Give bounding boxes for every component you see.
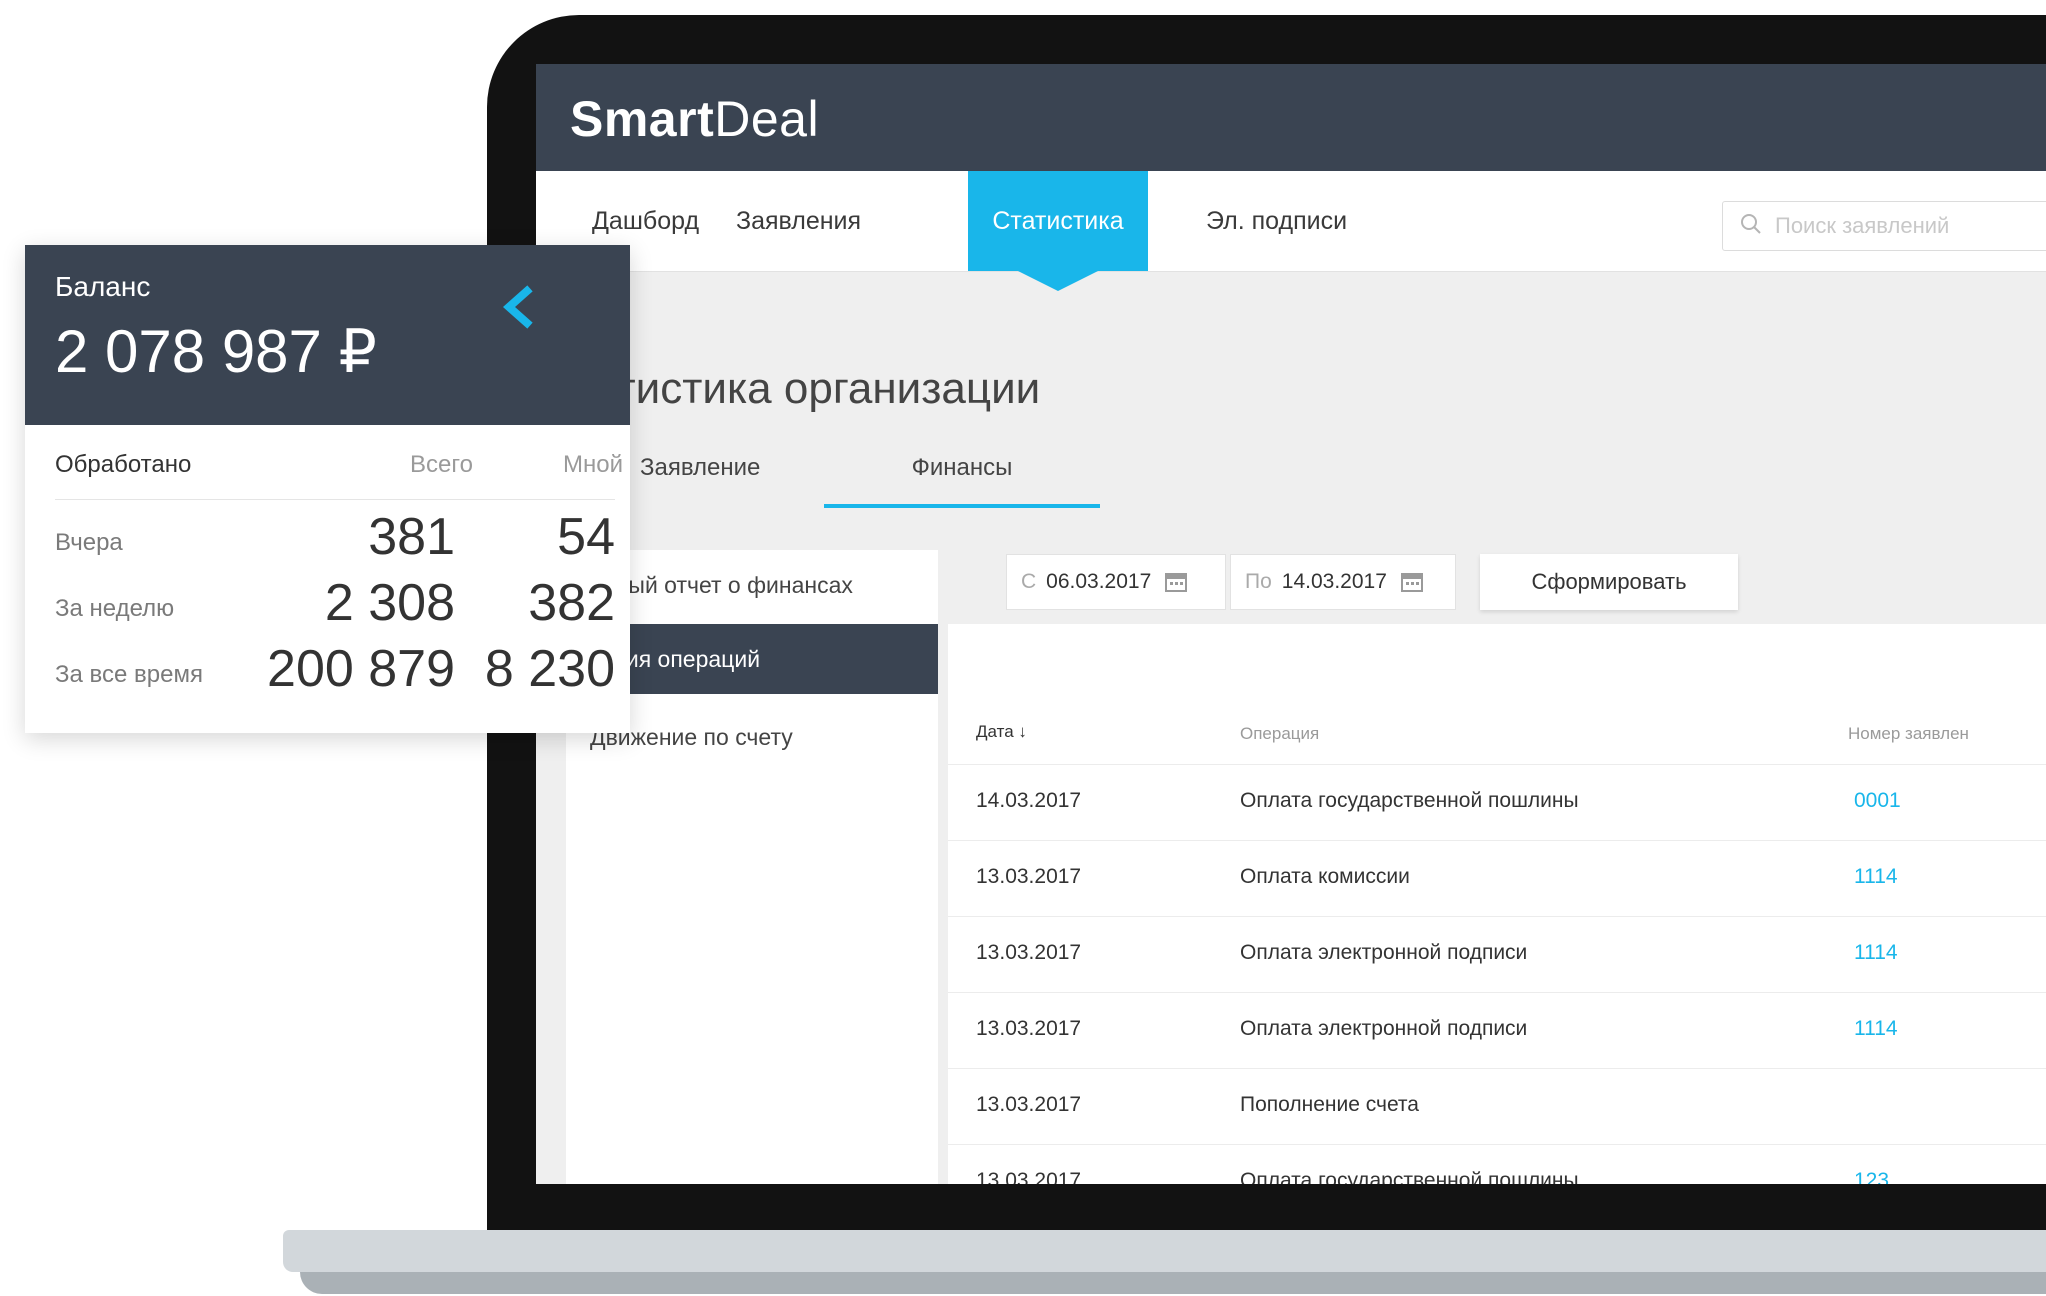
balance-card: Баланс 2 078 987 ₽ Обработано Всего Мной… bbox=[25, 245, 630, 733]
app-logo[interactable]: SmartDeal bbox=[570, 90, 819, 148]
page-title: атистика организации bbox=[592, 364, 1041, 413]
stat-row-label: За неделю bbox=[55, 595, 175, 622]
cell-date: 13.03.2017 bbox=[976, 941, 1082, 964]
calendar-icon bbox=[1400, 573, 1423, 592]
balance-label: Баланс bbox=[55, 271, 151, 302]
date-from-prefix: С bbox=[1021, 570, 1037, 593]
column-header-number[interactable]: Номер заявлен bbox=[1848, 724, 1969, 744]
stat-total-value: 200 879 bbox=[267, 640, 455, 698]
balance-card-header: Баланс 2 078 987 ₽ bbox=[25, 245, 630, 425]
total-column-header: Всего bbox=[410, 451, 473, 478]
column-header-date[interactable]: Дата ↓ bbox=[976, 722, 1027, 742]
logo-light: Deal bbox=[714, 91, 820, 147]
subtab-application[interactable]: Заявление bbox=[640, 454, 760, 504]
stat-mine-value: 54 bbox=[557, 508, 615, 566]
logo-bold: Smart bbox=[570, 91, 715, 147]
app-header: SmartDeal bbox=[536, 64, 2046, 171]
stat-total-value: 2 308 bbox=[324, 574, 455, 632]
date-to-prefix: По bbox=[1245, 570, 1272, 593]
cell-operation: Оплата государственной пошлины bbox=[1240, 1169, 1579, 1184]
cell-number-link[interactable]: 1114 bbox=[1854, 865, 1898, 889]
table-row[interactable]: 13.03.2017 Оплата государственной пошлин… bbox=[948, 1144, 2046, 1184]
date-to-field[interactable]: По 14.03.2017 bbox=[1230, 554, 1456, 610]
cell-date: 13.03.2017 bbox=[976, 865, 1082, 888]
nav-bar: Дашборд Заявления Статистика Эл. подписи bbox=[536, 171, 2046, 291]
search-icon bbox=[1741, 214, 1761, 234]
generate-report-button[interactable]: Сформировать bbox=[1480, 554, 1738, 610]
cell-date: 13.03.2017 bbox=[976, 1017, 1082, 1040]
cell-operation: Оплата электронной подписи bbox=[1240, 941, 1528, 964]
calendar-icon bbox=[1165, 573, 1188, 592]
cell-number-link[interactable]: 0001 bbox=[1854, 789, 1901, 813]
cell-date: 14.03.2017 bbox=[976, 789, 1082, 812]
balance-amount: 2 078 987 ₽ bbox=[55, 318, 377, 385]
tab-e-signatures[interactable]: Эл. подписи bbox=[1206, 171, 1347, 271]
stat-row-label: Вчера bbox=[55, 529, 123, 556]
table-row[interactable]: 14.03.2017 Оплата государственной пошлин… bbox=[948, 764, 2046, 841]
search-box[interactable] bbox=[1722, 201, 2046, 251]
cell-number-link[interactable]: 123 bbox=[1854, 1169, 1889, 1184]
processed-header: Обработано bbox=[55, 451, 192, 478]
app-screen: SmartDeal Дашборд Заявления Статистика Э… bbox=[536, 64, 2046, 1184]
table-row[interactable]: 13.03.2017 Пополнение счета bbox=[948, 1068, 2046, 1145]
subtab-finances[interactable]: Финансы bbox=[824, 454, 1100, 508]
date-from-value: 06.03.2017 bbox=[1046, 570, 1152, 593]
stat-mine-value: 382 bbox=[528, 574, 615, 632]
cell-date: 13.03.2017 bbox=[976, 1169, 1082, 1184]
stat-mine-value: 8 230 bbox=[484, 640, 615, 698]
column-header-operation[interactable]: Операция bbox=[1240, 724, 1319, 744]
mine-column-header: Мной bbox=[563, 451, 623, 478]
date-to-value: 14.03.2017 bbox=[1281, 570, 1387, 593]
search-input[interactable] bbox=[1773, 208, 2046, 244]
cell-number-link[interactable]: 1114 bbox=[1854, 941, 1898, 965]
cell-operation: Оплата комиссии bbox=[1240, 865, 1410, 888]
table-row[interactable]: 13.03.2017 Оплата комиссии 1114 bbox=[948, 840, 2046, 917]
tab-statistics[interactable]: Статистика bbox=[968, 171, 1148, 291]
divider bbox=[55, 499, 615, 500]
cell-operation: Пополнение счета bbox=[1240, 1093, 1419, 1116]
cell-number-link[interactable]: 1114 bbox=[1854, 1017, 1898, 1041]
top-nav: Дашборд Заявления Статистика Эл. подписи bbox=[536, 171, 2046, 343]
stat-total-value: 381 bbox=[368, 508, 455, 566]
stat-row-label: За все время bbox=[55, 661, 203, 688]
chevron-left-icon[interactable] bbox=[497, 285, 537, 329]
cell-operation: Оплата электронной подписи bbox=[1240, 1017, 1528, 1040]
operations-table: Дата ↓ Операция Номер заявлен 14.03.2017… bbox=[948, 624, 2046, 1184]
table-row[interactable]: 13.03.2017 Оплата электронной подписи 11… bbox=[948, 992, 2046, 1069]
cell-operation: Оплата государственной пошлины bbox=[1240, 789, 1579, 812]
laptop-base-shadow bbox=[300, 1272, 2046, 1294]
laptop-base bbox=[283, 1230, 2046, 1272]
table-row[interactable]: 13.03.2017 Оплата электронной подписи 11… bbox=[948, 916, 2046, 993]
tab-applications[interactable]: Заявления bbox=[736, 171, 861, 271]
date-from-field[interactable]: С 06.03.2017 bbox=[1006, 554, 1226, 610]
cell-date: 13.03.2017 bbox=[976, 1093, 1082, 1116]
